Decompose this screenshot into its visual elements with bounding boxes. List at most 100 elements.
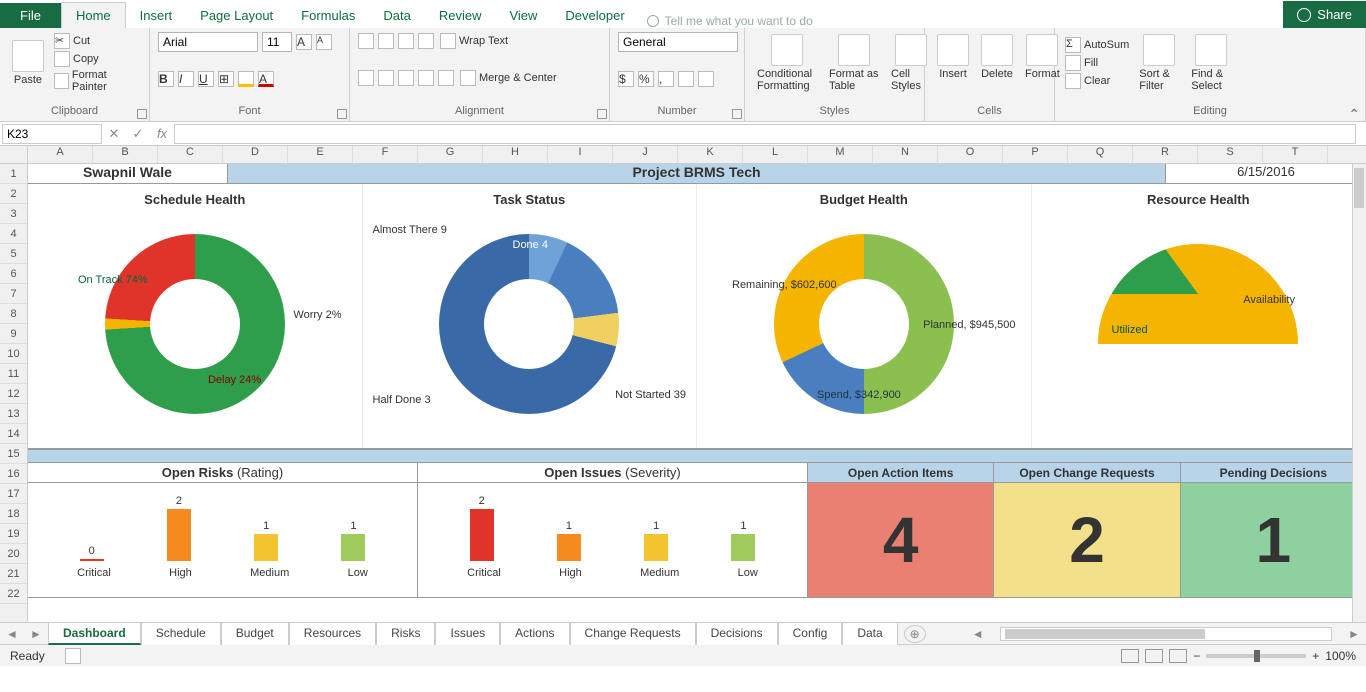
row-header[interactable]: 18 <box>0 504 27 524</box>
zoom-slider[interactable] <box>1206 654 1306 658</box>
column-header[interactable]: N <box>873 146 938 163</box>
insert-function-button[interactable]: fx <box>150 126 174 141</box>
font-color-button[interactable]: A <box>258 71 274 87</box>
bold-button[interactable]: B <box>158 71 174 87</box>
cancel-formula-button[interactable]: ✕ <box>102 126 126 142</box>
tab-insert[interactable]: Insert <box>126 3 187 28</box>
paste-button[interactable]: Paste <box>8 38 48 88</box>
font-launcher[interactable] <box>337 109 347 119</box>
column-header[interactable]: E <box>288 146 353 163</box>
new-sheet-button[interactable]: ⊕ <box>904 625 926 643</box>
hscroll-right[interactable]: ► <box>1342 627 1366 641</box>
tab-review[interactable]: Review <box>425 3 496 28</box>
align-left-button[interactable] <box>358 70 374 86</box>
row-header[interactable]: 3 <box>0 204 27 224</box>
row-header[interactable]: 11 <box>0 364 27 384</box>
clipboard-launcher[interactable] <box>137 109 147 119</box>
row-header[interactable]: 21 <box>0 564 27 584</box>
sheet-tab[interactable]: Schedule <box>141 622 221 645</box>
merge-center-button[interactable]: Merge & Center <box>458 69 559 87</box>
tab-data[interactable]: Data <box>369 3 424 28</box>
tab-formulas[interactable]: Formulas <box>287 3 369 28</box>
fill-button[interactable]: Fill <box>1063 54 1131 72</box>
italic-button[interactable]: I <box>178 71 194 87</box>
row-header[interactable]: 22 <box>0 584 27 604</box>
column-header[interactable]: A <box>28 146 93 163</box>
zoom-in-button[interactable]: + <box>1312 649 1319 663</box>
tab-developer[interactable]: Developer <box>551 3 638 28</box>
find-select-button[interactable]: Find & Select <box>1187 32 1235 94</box>
row-header[interactable]: 2 <box>0 184 27 204</box>
page-break-view-button[interactable] <box>1169 649 1187 663</box>
font-name-select[interactable] <box>158 32 258 52</box>
formula-bar[interactable] <box>174 124 1356 144</box>
worksheet[interactable]: Swapnil Wale Project BRMS Tech 6/15/2016… <box>28 164 1366 622</box>
delete-cells-button[interactable]: Delete <box>977 32 1017 82</box>
column-header[interactable]: J <box>613 146 678 163</box>
sort-filter-button[interactable]: Sort & Filter <box>1135 32 1183 94</box>
column-header[interactable]: K <box>678 146 743 163</box>
chart-task-status[interactable]: Task Status Done 4 Almost There 9 Half D… <box>363 184 698 448</box>
column-header[interactable]: C <box>158 146 223 163</box>
fill-color-button[interactable] <box>238 71 254 87</box>
row-header[interactable]: 8 <box>0 304 27 324</box>
copy-button[interactable]: Copy <box>52 50 141 68</box>
chart-schedule-health[interactable]: Schedule Health On Track 74% Worry 2% De… <box>28 184 363 448</box>
align-top-button[interactable] <box>358 33 374 49</box>
column-header[interactable]: T <box>1263 146 1328 163</box>
row-header[interactable]: 7 <box>0 284 27 304</box>
row-header[interactable]: 1 <box>0 164 27 184</box>
percent-format-button[interactable]: % <box>638 71 654 87</box>
row-header[interactable]: 13 <box>0 404 27 424</box>
sheet-tab[interactable]: Actions <box>500 622 569 645</box>
orientation-button[interactable] <box>418 33 434 49</box>
tab-home[interactable]: Home <box>61 2 126 28</box>
row-header[interactable]: 20 <box>0 544 27 564</box>
vertical-scrollbar[interactable] <box>1352 164 1366 622</box>
decrease-indent-button[interactable] <box>418 70 434 86</box>
sheet-tab[interactable]: Change Requests <box>570 622 696 645</box>
column-header[interactable]: B <box>93 146 158 163</box>
align-right-button[interactable] <box>398 70 414 86</box>
accounting-format-button[interactable]: $ <box>618 71 634 87</box>
sheet-tab[interactable]: Data <box>842 622 897 645</box>
number-launcher[interactable] <box>732 109 742 119</box>
row-header[interactable]: 12 <box>0 384 27 404</box>
comma-format-button[interactable]: , <box>658 71 674 87</box>
sheet-tab[interactable]: Budget <box>221 622 289 645</box>
sheet-tab[interactable]: Config <box>778 622 843 645</box>
sheet-nav-prev[interactable]: ► <box>24 627 48 641</box>
sheet-tab[interactable]: Resources <box>289 622 376 645</box>
align-center-button[interactable] <box>378 70 394 86</box>
clear-button[interactable]: Clear <box>1063 72 1131 90</box>
row-header[interactable]: 16 <box>0 464 27 484</box>
borders-button[interactable]: ⊞ <box>218 71 234 87</box>
increase-decimal-button[interactable] <box>678 71 694 87</box>
collapse-ribbon-button[interactable]: ⌃ <box>1348 106 1360 123</box>
normal-view-button[interactable] <box>1121 649 1139 663</box>
sheet-tab[interactable]: Issues <box>435 622 500 645</box>
column-header[interactable]: L <box>743 146 808 163</box>
column-header[interactable]: G <box>418 146 483 163</box>
column-header[interactable]: F <box>353 146 418 163</box>
sheet-nav-first[interactable]: ◄ <box>0 627 24 641</box>
zoom-out-button[interactable]: − <box>1193 649 1200 663</box>
increase-indent-button[interactable] <box>438 70 454 86</box>
select-all-corner[interactable] <box>0 146 28 163</box>
tab-page-layout[interactable]: Page Layout <box>186 3 287 28</box>
chart-budget-health[interactable]: Budget Health Planned, $945,500 Spend, $… <box>697 184 1032 448</box>
underline-button[interactable]: U <box>198 71 214 87</box>
tab-view[interactable]: View <box>495 3 551 28</box>
cut-button[interactable]: ✂Cut <box>52 32 141 50</box>
decrease-decimal-button[interactable] <box>698 71 714 87</box>
sheet-tab[interactable]: Dashboard <box>48 622 141 645</box>
insert-cells-button[interactable]: Insert <box>933 32 973 82</box>
align-bottom-button[interactable] <box>398 33 414 49</box>
grow-font-button[interactable]: A <box>296 34 312 50</box>
row-header[interactable]: 19 <box>0 524 27 544</box>
alignment-launcher[interactable] <box>597 109 607 119</box>
row-header[interactable]: 10 <box>0 344 27 364</box>
column-header[interactable]: M <box>808 146 873 163</box>
row-header[interactable]: 5 <box>0 244 27 264</box>
format-painter-button[interactable]: Format Painter <box>52 68 141 94</box>
